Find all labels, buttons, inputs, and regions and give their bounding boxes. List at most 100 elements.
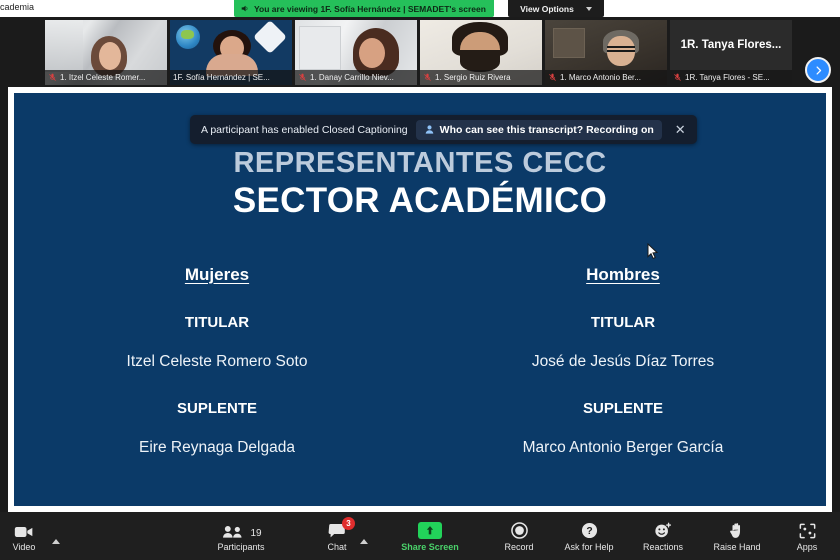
close-icon[interactable]: ✕ bbox=[670, 123, 691, 136]
filmstrip-next-button[interactable] bbox=[805, 57, 831, 83]
toolbar-raise-hand-button[interactable]: Raise Hand bbox=[706, 512, 768, 560]
thumbnail-name: 1. Itzel Celeste Romer... bbox=[60, 73, 146, 82]
toolbar-ask-for-help-label: Ask for Help bbox=[564, 541, 614, 552]
toolbar-reactions-button[interactable]: Reactions bbox=[634, 512, 692, 560]
viewing-banner-text: You are viewing 1F. Sofía Hernández | SE… bbox=[254, 3, 486, 14]
browser-tab-title[interactable]: cademia bbox=[0, 2, 34, 12]
chevron-right-icon bbox=[816, 65, 821, 75]
thumbnail-placeholder-name: 1R. Tanya Flores... bbox=[680, 39, 782, 51]
slide-columns: Mujeres TITULAR Itzel Celeste Romero Sot… bbox=[14, 265, 826, 457]
person-name-suplente: Eire Reynaga Delgada bbox=[139, 439, 295, 456]
role-label-titular: TITULAR bbox=[590, 314, 656, 331]
participant-thumbnail[interactable]: 1. Itzel Celeste Romer... bbox=[45, 20, 167, 85]
thumbnail-namebar: 1R. Tanya Flores - SE... bbox=[670, 70, 792, 85]
cc-transcript-link[interactable]: Who can see this transcript? Recording o… bbox=[415, 119, 662, 140]
toolbar-record-label: Record bbox=[504, 541, 534, 552]
video-bg-shelf bbox=[45, 20, 83, 72]
globe-land-shape bbox=[181, 30, 194, 39]
mic-off-icon bbox=[299, 73, 306, 81]
mic-off-icon bbox=[549, 73, 556, 81]
chevron-up-icon bbox=[52, 526, 60, 544]
thumbnail-name: 1. Danay Carrillo Niev... bbox=[310, 73, 394, 82]
video-person-beard bbox=[460, 50, 500, 72]
video-bg-bookshelf bbox=[553, 28, 585, 58]
toolbar-chat-label: Chat bbox=[327, 541, 347, 552]
toolbar-share-screen-button[interactable]: Share Screen bbox=[392, 512, 468, 560]
role-label-titular: TITULAR bbox=[184, 314, 250, 331]
camera-icon bbox=[14, 521, 34, 539]
mic-off-icon bbox=[49, 73, 56, 81]
hand-icon bbox=[729, 521, 745, 539]
toolbar-participants-button[interactable]: 19 Participants bbox=[202, 512, 280, 560]
thumbnail-name: 1. Sergio Ruiz Rivera bbox=[435, 73, 511, 82]
viewing-screen-banner: You are viewing 1F. Sofía Hernández | SE… bbox=[234, 0, 494, 17]
person-name-suplente: Marco Antonio Berger García bbox=[522, 439, 724, 456]
toolbar-apps-button[interactable]: Apps bbox=[784, 512, 830, 560]
thumbnail-name: 1. Marco Antonio Ber... bbox=[560, 73, 641, 82]
column-mujeres: Mujeres TITULAR Itzel Celeste Romero Sot… bbox=[14, 265, 420, 457]
toolbar-reactions-label: Reactions bbox=[642, 541, 684, 552]
column-heading: Mujeres bbox=[184, 265, 250, 284]
toolbar-video-caret[interactable] bbox=[46, 512, 66, 560]
question-icon: ? bbox=[581, 521, 598, 539]
closed-captioning-notification: A participant has enabled Closed Caption… bbox=[190, 115, 697, 144]
video-bg-door bbox=[299, 26, 341, 70]
participant-thumbnail-no-video[interactable]: 1R. Tanya Flores... 1R. Tanya Flores - S… bbox=[670, 20, 792, 85]
view-options-label: View Options bbox=[520, 3, 574, 14]
cc-message: A participant has enabled Closed Caption… bbox=[201, 123, 408, 136]
video-person-glasses bbox=[607, 46, 635, 52]
toolbar-chat-caret[interactable] bbox=[354, 512, 374, 560]
speaker-icon bbox=[241, 5, 248, 12]
thumbnail-name: 1F. Sofía Hernández | SE... bbox=[173, 73, 270, 82]
toolbar-share-screen-label: Share Screen bbox=[401, 541, 459, 552]
chat-icon: 3 bbox=[328, 516, 355, 539]
participant-thumbnail-active[interactable]: 1F. Sofía Hernández | SE... bbox=[170, 20, 292, 85]
upload-arrow-icon bbox=[426, 525, 434, 534]
toolbar-video-button[interactable]: Video bbox=[2, 512, 46, 560]
thumbnail-name: 1R. Tanya Flores - SE... bbox=[685, 73, 770, 82]
video-person-face bbox=[359, 38, 385, 68]
apps-icon bbox=[799, 521, 816, 539]
people-icon: 19 bbox=[220, 521, 262, 539]
toolbar-apps-label: Apps bbox=[796, 541, 818, 552]
mouse-pointer-icon bbox=[647, 243, 659, 260]
toolbar-participants-label: Participants bbox=[217, 541, 265, 552]
toolbar-video-label: Video bbox=[12, 541, 36, 552]
toolbar-chat-button[interactable]: 3 Chat bbox=[320, 512, 355, 560]
column-hombres: Hombres TITULAR José de Jesús Díaz Torre… bbox=[420, 265, 826, 457]
view-options-button[interactable]: View Options bbox=[508, 0, 604, 17]
chevron-up-icon bbox=[360, 526, 368, 544]
mic-off-icon bbox=[424, 73, 431, 81]
thumbnail-namebar: 1. Marco Antonio Ber... bbox=[545, 70, 667, 85]
record-icon bbox=[510, 521, 528, 539]
person-name-titular: Itzel Celeste Romero Soto bbox=[126, 353, 308, 370]
participants-count: 19 bbox=[250, 527, 262, 539]
toolbar-ask-for-help-button[interactable]: ? Ask for Help bbox=[558, 512, 620, 560]
thumbnail-namebar: 1. Sergio Ruiz Rivera bbox=[420, 70, 542, 85]
zoom-toolbar: Video 19 Participants 3 Chat Share Scree… bbox=[0, 512, 840, 560]
thumbnail-namebar: 1. Itzel Celeste Romer... bbox=[45, 70, 167, 85]
person-name-titular: José de Jesús Díaz Torres bbox=[531, 353, 715, 370]
person-icon bbox=[425, 125, 433, 134]
participant-filmstrip[interactable]: 1. Itzel Celeste Romer... 1F. Sofía Hern… bbox=[0, 17, 840, 88]
svg-text:?: ? bbox=[586, 526, 592, 537]
thumbnail-namebar: 1. Danay Carrillo Niev... bbox=[295, 70, 417, 85]
smiley-plus-icon bbox=[654, 521, 672, 539]
participant-thumbnail[interactable]: 1. Marco Antonio Ber... bbox=[545, 20, 667, 85]
toolbar-raise-hand-label: Raise Hand bbox=[713, 541, 761, 552]
column-heading: Hombres bbox=[586, 265, 660, 284]
zoom-meeting-window: cademia You are viewing 1F. Sofía Hernán… bbox=[0, 0, 840, 560]
participant-thumbnail[interactable]: 1. Danay Carrillo Niev... bbox=[295, 20, 417, 85]
slide-title-line2: SECTOR ACADÉMICO bbox=[232, 181, 608, 220]
toolbar-record-button[interactable]: Record bbox=[494, 512, 544, 560]
cc-link-text: Who can see this transcript? Recording o… bbox=[439, 123, 654, 136]
share-screen-icon bbox=[418, 521, 442, 539]
role-label-suplente: SUPLENTE bbox=[582, 400, 663, 417]
mic-off-icon bbox=[674, 73, 681, 81]
participant-thumbnail[interactable]: 1. Sergio Ruiz Rivera bbox=[420, 20, 542, 85]
thumbnail-namebar: 1F. Sofía Hernández | SE... bbox=[170, 70, 292, 85]
chevron-down-icon bbox=[585, 6, 592, 11]
shared-screen-frame: REPRESENTANTES CECC SECTOR ACADÉMICO Muj… bbox=[8, 87, 832, 512]
video-person-face bbox=[99, 42, 121, 70]
role-label-suplente: SUPLENTE bbox=[176, 400, 257, 417]
